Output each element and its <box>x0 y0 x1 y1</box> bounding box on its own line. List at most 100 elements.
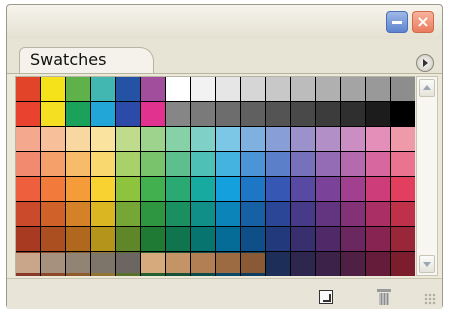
swatch[interactable] <box>366 77 390 101</box>
swatch[interactable] <box>341 252 365 276</box>
swatch[interactable] <box>166 253 190 273</box>
swatch[interactable] <box>16 152 40 176</box>
swatch[interactable] <box>266 102 290 126</box>
swatch[interactable] <box>66 253 90 273</box>
swatch[interactable] <box>316 252 340 276</box>
swatch[interactable] <box>116 177 140 201</box>
close-button[interactable]: × <box>412 11 434 33</box>
swatch[interactable] <box>91 152 115 176</box>
swatch[interactable] <box>191 102 215 126</box>
swatch[interactable] <box>216 127 240 151</box>
swatch[interactable] <box>241 227 265 251</box>
swatch[interactable] <box>16 77 40 101</box>
swatch[interactable] <box>291 177 315 201</box>
swatch[interactable] <box>291 102 315 126</box>
swatch[interactable] <box>91 102 115 126</box>
swatch[interactable] <box>316 227 340 251</box>
swatch[interactable] <box>116 152 140 176</box>
swatch[interactable] <box>366 227 390 251</box>
swatch[interactable] <box>391 177 415 201</box>
swatch[interactable] <box>16 227 40 251</box>
swatch[interactable] <box>166 102 190 126</box>
swatch[interactable] <box>16 127 40 151</box>
scroll-up-button[interactable] <box>419 79 435 97</box>
minimize-button[interactable] <box>386 11 408 33</box>
swatch[interactable] <box>266 177 290 201</box>
swatch[interactable] <box>316 127 340 151</box>
swatch[interactable] <box>316 202 340 226</box>
swatch[interactable] <box>241 202 265 226</box>
swatch[interactable] <box>216 253 240 273</box>
swatch[interactable] <box>191 177 215 201</box>
swatch[interactable] <box>66 202 90 226</box>
swatch[interactable] <box>391 152 415 176</box>
swatch[interactable] <box>41 77 65 101</box>
swatch[interactable] <box>91 177 115 201</box>
swatch[interactable] <box>366 152 390 176</box>
swatch[interactable] <box>16 102 40 126</box>
swatch[interactable] <box>116 102 140 126</box>
swatch[interactable] <box>216 177 240 201</box>
swatch[interactable] <box>191 152 215 176</box>
resize-grip-icon[interactable] <box>424 293 436 305</box>
swatch[interactable] <box>291 227 315 251</box>
swatch[interactable] <box>391 77 415 101</box>
swatch[interactable] <box>141 202 165 226</box>
swatch[interactable] <box>16 177 40 201</box>
swatch[interactable] <box>166 127 190 151</box>
swatch[interactable] <box>341 77 365 101</box>
swatch[interactable] <box>141 152 165 176</box>
swatch[interactable] <box>266 227 290 251</box>
swatch[interactable] <box>41 227 65 251</box>
swatch[interactable] <box>166 202 190 226</box>
swatch[interactable] <box>341 152 365 176</box>
swatch[interactable] <box>191 77 215 101</box>
tab-swatches[interactable]: Swatches <box>19 47 154 73</box>
swatch[interactable] <box>41 127 65 151</box>
swatch[interactable] <box>266 127 290 151</box>
swatch[interactable] <box>66 77 90 101</box>
swatch[interactable] <box>141 102 165 126</box>
swatch[interactable] <box>141 253 165 273</box>
swatch[interactable] <box>291 127 315 151</box>
swatch[interactable] <box>391 252 415 276</box>
swatch[interactable] <box>266 152 290 176</box>
swatch[interactable] <box>16 202 40 226</box>
swatch[interactable] <box>316 152 340 176</box>
swatch[interactable] <box>41 152 65 176</box>
swatch[interactable] <box>116 77 140 101</box>
swatch[interactable] <box>141 77 165 101</box>
swatch[interactable] <box>241 177 265 201</box>
swatch[interactable] <box>316 177 340 201</box>
swatch[interactable] <box>241 253 265 273</box>
swatch[interactable] <box>141 127 165 151</box>
swatch[interactable] <box>241 102 265 126</box>
swatch[interactable] <box>366 202 390 226</box>
swatch[interactable] <box>41 253 65 273</box>
swatch[interactable] <box>391 202 415 226</box>
trash-icon[interactable] <box>377 289 391 305</box>
swatch[interactable] <box>241 152 265 176</box>
swatch[interactable] <box>191 127 215 151</box>
swatch[interactable] <box>116 202 140 226</box>
swatch[interactable] <box>66 177 90 201</box>
swatch[interactable] <box>291 77 315 101</box>
swatch[interactable] <box>41 102 65 126</box>
swatch[interactable] <box>341 102 365 126</box>
swatch[interactable] <box>41 202 65 226</box>
swatch[interactable] <box>91 77 115 101</box>
swatch[interactable] <box>66 102 90 126</box>
swatch[interactable] <box>91 127 115 151</box>
swatch[interactable] <box>191 253 215 273</box>
swatch[interactable] <box>191 227 215 251</box>
swatch[interactable] <box>216 102 240 126</box>
swatch[interactable] <box>216 227 240 251</box>
swatch[interactable] <box>291 252 315 276</box>
vertical-scrollbar[interactable] <box>416 76 438 276</box>
swatch[interactable] <box>216 77 240 101</box>
swatch[interactable] <box>116 127 140 151</box>
swatch[interactable] <box>366 252 390 276</box>
swatch[interactable] <box>166 77 190 101</box>
swatch[interactable] <box>141 227 165 251</box>
swatch[interactable] <box>91 202 115 226</box>
